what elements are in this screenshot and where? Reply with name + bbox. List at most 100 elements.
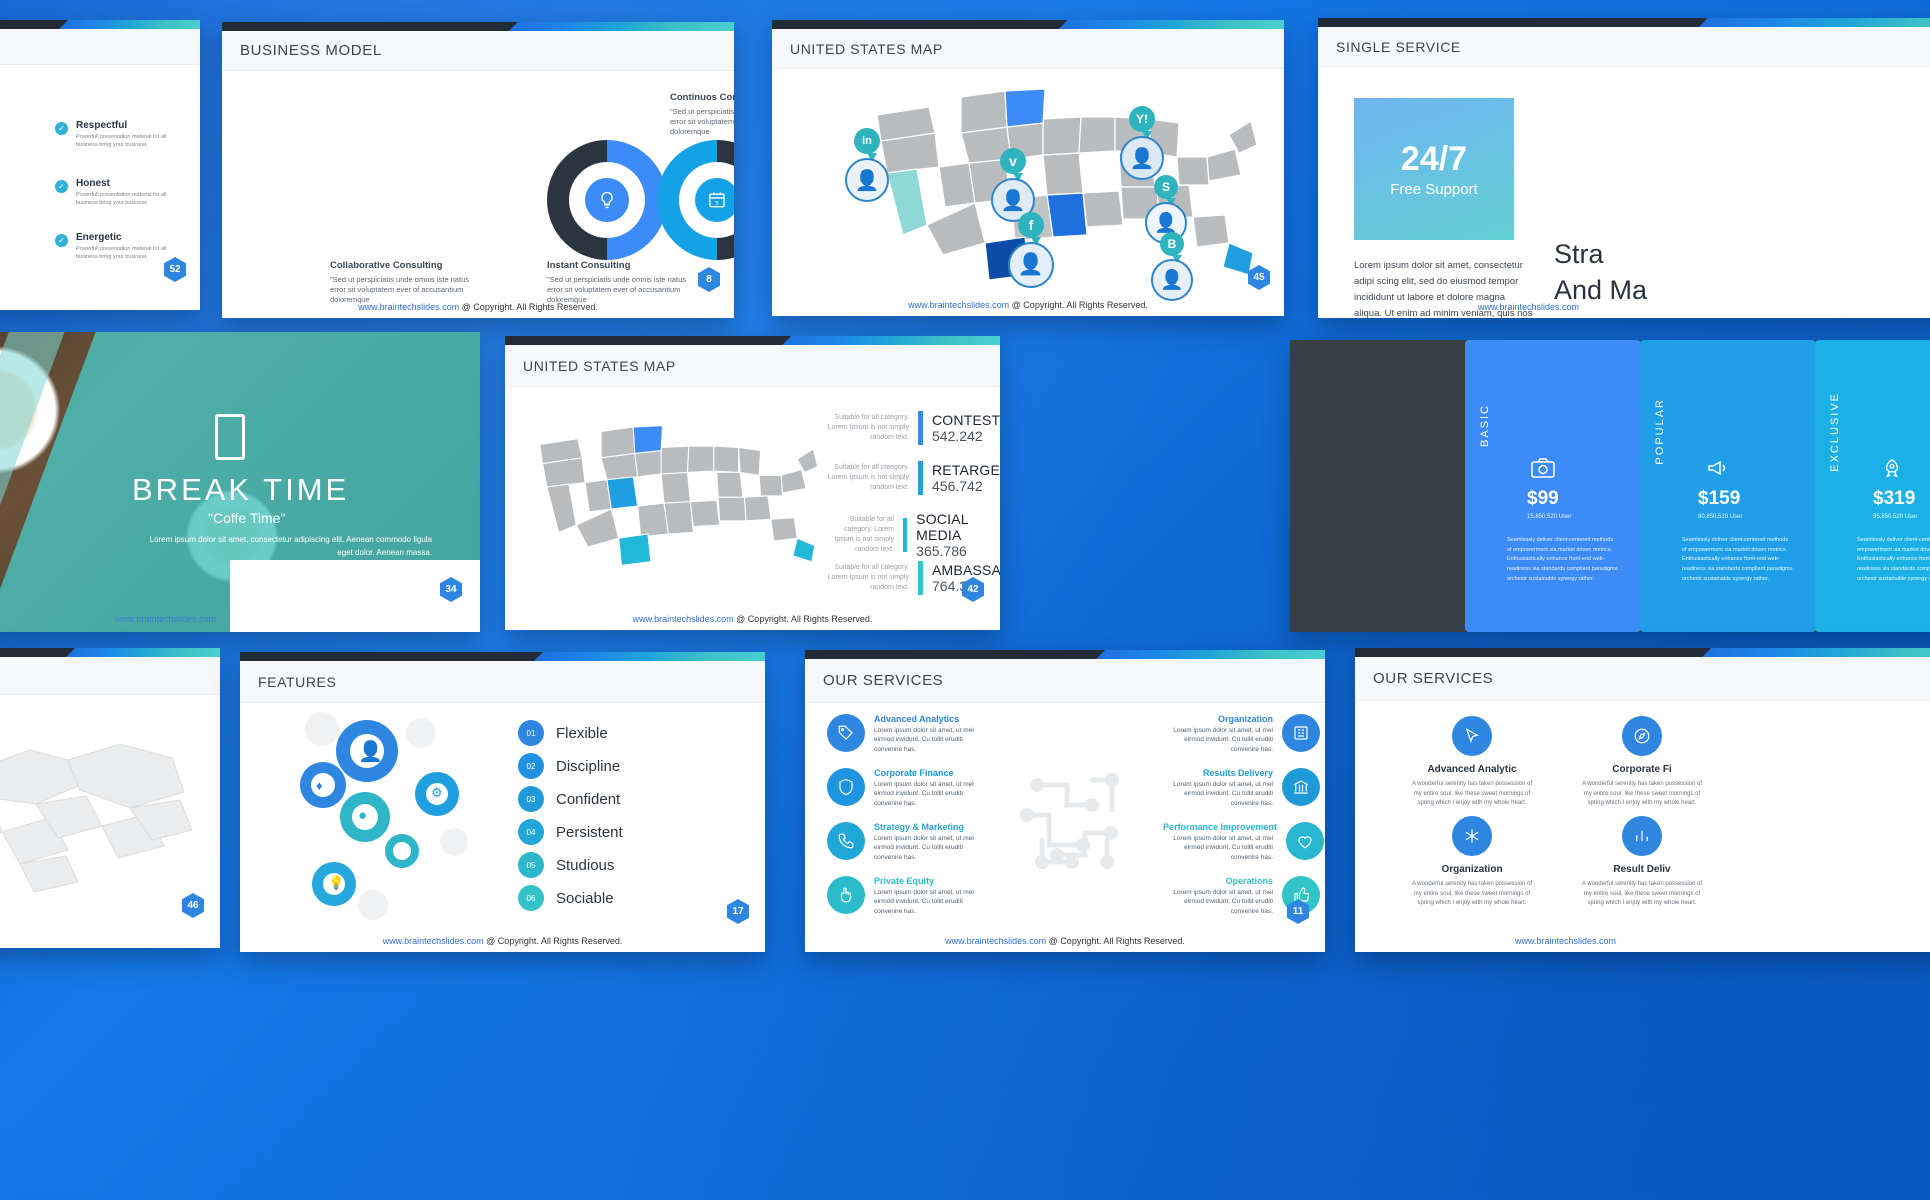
slide-us-map-stats[interactable]: UNITED STATES MAP Suitable for all categ… bbox=[505, 336, 1000, 630]
footer-url[interactable]: www.braintechslides.com bbox=[1478, 302, 1579, 312]
pricing-card-basic[interactable]: BASIC $99 15,850,520 User Seamlessly del… bbox=[1465, 340, 1641, 632]
service-label: Corporate Fi bbox=[1612, 764, 1672, 775]
slide-break-time[interactable]: BREAK TIME "Coffe Time" Lorem ipsum dolo… bbox=[0, 332, 480, 632]
footer-url[interactable]: www.braintechslides.com bbox=[908, 300, 1009, 310]
slide-footer: www.braintechslides.com @ Copyright. All… bbox=[240, 936, 765, 946]
service-body: A wonderful serenity has taken possessio… bbox=[1411, 881, 1533, 907]
service-item-performance-improvement[interactable]: Performance Improvement Lorem ipsum dolo… bbox=[1163, 822, 1325, 862]
feature-label: Flexible bbox=[556, 724, 608, 742]
map-pin-facebook[interactable]: f 👤 bbox=[1008, 212, 1054, 288]
stat-label: RETARGETING bbox=[932, 462, 1000, 478]
service-body: A wonderful serenity has taken possessio… bbox=[1581, 881, 1703, 907]
pricing-dark-panel bbox=[1290, 340, 1468, 632]
service-item-advanced-analytics[interactable]: Advanced Analytics Lorem ipsum dolor sit… bbox=[827, 714, 984, 754]
bank-icon bbox=[1282, 768, 1320, 806]
feature-item-discipline[interactable]: 02 Discipline bbox=[518, 753, 620, 779]
feature-item-persistent[interactable]: 04 Persistent bbox=[518, 819, 623, 845]
map-pin-vimeo[interactable]: v 👤 bbox=[991, 148, 1035, 222]
service-card-organization[interactable]: Organization A wonderful serenity has ta… bbox=[1397, 816, 1547, 909]
feature-item-honest[interactable]: ✓ Honest Powerfull presentation material… bbox=[55, 178, 200, 208]
gear-icon: ♦ bbox=[300, 762, 346, 808]
footer-url[interactable]: www.braintechslides.com bbox=[115, 614, 216, 624]
page-title: UNITED STATES MAP bbox=[523, 357, 676, 374]
service-card-result-delivery[interactable]: Result Deliv A wonderful serenity has ta… bbox=[1567, 816, 1717, 909]
caption-body: "Sed ut perspiciatis unde omnis iste nat… bbox=[330, 274, 469, 305]
skype-icon: S bbox=[1154, 175, 1178, 199]
feature-body: Powerfull presentation material for all … bbox=[76, 192, 167, 207]
service-item-private-equity[interactable]: Private Equity Lorem ipsum dolor sit ame… bbox=[827, 876, 984, 916]
service-label: Organization bbox=[1441, 864, 1503, 875]
footer-rest: @ Copyright. All Rights Reserved. bbox=[483, 936, 623, 946]
plan-body: Seamlessly deliver client-centered metho… bbox=[1507, 537, 1619, 582]
footer-url[interactable]: www.braintechslides.com bbox=[633, 614, 734, 624]
stat-row-social-media[interactable]: Suitable for all category. Lorem Ipsum i… bbox=[823, 511, 1000, 559]
caption-instant-consulting: Instant Consulting "Sed ut perspiciatis … bbox=[547, 260, 697, 305]
slide-topbar bbox=[505, 336, 1000, 345]
stat-description: Suitable for all category. Lorem Ipsum i… bbox=[834, 515, 895, 554]
plan-body: Seamlessly deliver client-centered metho… bbox=[1682, 537, 1794, 582]
slide-header: SINGLE SERVICE bbox=[1318, 27, 1930, 67]
feature-item-sociable[interactable]: 06 Sociable bbox=[518, 885, 614, 911]
footer-url[interactable]: www.braintechslides.com bbox=[358, 302, 459, 312]
gear-icon: 💡 bbox=[312, 862, 356, 906]
footer-url[interactable]: www.braintechslides.com bbox=[1515, 936, 1616, 946]
slide-pricing[interactable]: BASIC $99 15,850,520 User Seamlessly del… bbox=[1290, 340, 1930, 632]
slide-single-service[interactable]: SINGLE SERVICE 24/7 Free Support Lorem i… bbox=[1318, 18, 1930, 318]
slide-europe-map[interactable]: 46 l Rights Reserved. bbox=[0, 648, 220, 948]
hand-icon bbox=[827, 876, 865, 914]
service-item-organization[interactable]: Organization Lorem ipsum dolor sit amet,… bbox=[1163, 714, 1320, 754]
service-headline: Stra And Ma bbox=[1554, 236, 1647, 309]
service-label: Performance Improvement bbox=[1163, 822, 1278, 832]
feature-number: 06 bbox=[518, 885, 544, 911]
avatar: 👤 bbox=[1120, 136, 1164, 180]
support-badge: 24/7 Free Support bbox=[1354, 98, 1514, 240]
slide-our-services-right[interactable]: OUR SERVICES Advanced Analytic A wonderf… bbox=[1355, 648, 1930, 952]
feature-number: 03 bbox=[518, 786, 544, 812]
feature-item-flexible[interactable]: 01 Flexible bbox=[518, 720, 608, 746]
service-item-strategy-marketing[interactable]: Strategy & Marketing Lorem ipsum dolor s… bbox=[827, 822, 984, 862]
service-label: Corporate Finance bbox=[874, 768, 954, 778]
feature-item-energetic[interactable]: ✓ Energetic Powerfull presentation mater… bbox=[55, 232, 200, 262]
slide-topbar bbox=[772, 20, 1284, 29]
slide-our-services-left[interactable]: OUR SERVICES Advanced Analytics Lorem ip… bbox=[805, 650, 1325, 952]
slide-business-model[interactable]: BUSINESS MODEL Continuos Consulting "Sed… bbox=[222, 22, 734, 318]
pricing-card-exclusive[interactable]: EXCLUSIVE $319 95,850,520 User Seamlessl… bbox=[1815, 340, 1930, 632]
footer-url[interactable]: www.braintechslides.com bbox=[383, 936, 484, 946]
stat-description: Suitable for all category. Lorem Ipsum i… bbox=[827, 413, 909, 442]
plan-subtitle: 80,850,520 User bbox=[1698, 514, 1743, 520]
slide-us-map-social[interactable]: UNITED STATES MAP in 👤 v 👤 f 👤 Y! 👤 S 👤 … bbox=[772, 20, 1284, 316]
feature-item-respectful[interactable]: ✓ Respectful Powerfull presentation mate… bbox=[55, 120, 200, 150]
service-label: Advanced Analytic bbox=[1427, 764, 1517, 775]
feature-item-studious[interactable]: 05 Studious bbox=[518, 852, 614, 878]
service-item-corporate-finance[interactable]: Corporate Finance Lorem ipsum dolor sit … bbox=[827, 768, 984, 808]
service-body: Lorem ipsum dolor sit amet, ut mel eirmo… bbox=[874, 835, 974, 861]
caption-heading: Instant Consulting bbox=[547, 260, 631, 271]
service-card-corporate-finance[interactable]: Corporate Fi A wonderful serenity has ta… bbox=[1567, 716, 1717, 809]
map-pin-blogger[interactable]: B 👤 bbox=[1151, 232, 1193, 301]
map-pin-linkedin[interactable]: in 👤 bbox=[845, 128, 889, 202]
pricing-card-popular[interactable]: POPULAR $159 80,850,520 User Seamlessly … bbox=[1640, 340, 1816, 632]
stat-row-contests[interactable]: Suitable for all category. Lorem Ipsum i… bbox=[823, 411, 1000, 445]
service-card-advanced-analytic[interactable]: Advanced Analytic A wonderful serenity h… bbox=[1397, 716, 1547, 809]
service-label: Operations bbox=[1225, 876, 1273, 886]
gear-icon: 👤 bbox=[336, 720, 398, 782]
map-pin-yahoo[interactable]: Y! 👤 bbox=[1120, 106, 1164, 180]
feature-label: Sociable bbox=[556, 889, 614, 907]
slide-features[interactable]: FEATURES ♦ 👤 ● ⚙ 💡 01 Flexible 02 Discip… bbox=[240, 652, 765, 952]
ring-center[interactable]: 5 bbox=[657, 140, 734, 260]
gear-icon bbox=[385, 834, 419, 868]
caption-heading: Continuos Consulting bbox=[670, 92, 734, 103]
heart-icon bbox=[1286, 822, 1325, 860]
feature-item-confident[interactable]: 03 Confident bbox=[518, 786, 620, 812]
service-item-results-delivery[interactable]: Results Delivery Lorem ipsum dolor sit a… bbox=[1163, 768, 1320, 808]
page-title: UNITED STATES MAP bbox=[790, 40, 943, 57]
avatar: 👤 bbox=[1008, 242, 1054, 288]
slide-header: BUSINESS MODEL bbox=[222, 31, 734, 71]
ring-collaborative[interactable] bbox=[547, 140, 667, 260]
slide-respectful[interactable]: ✓ Respectful Powerfull presentation mate… bbox=[0, 20, 200, 310]
stat-row-retargeting[interactable]: Suitable for all category. Lorem Ipsum i… bbox=[823, 461, 1000, 495]
service-label: Results Delivery bbox=[1202, 768, 1273, 778]
feature-title: Energetic bbox=[76, 232, 122, 243]
stat-value: 365.786 bbox=[916, 543, 967, 559]
footer-url[interactable]: www.braintechslides.com bbox=[945, 936, 1046, 946]
